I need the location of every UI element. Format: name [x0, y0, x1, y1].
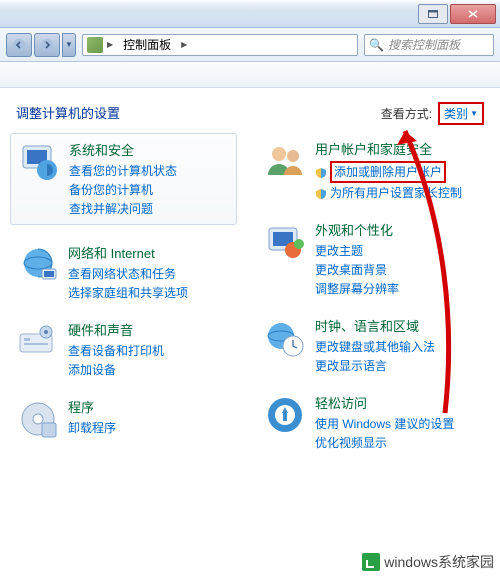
category-title[interactable]: 系统和安全 — [69, 140, 177, 159]
link-add-device[interactable]: 添加设备 — [68, 361, 164, 379]
view-value: 类别 — [444, 105, 468, 122]
user-accounts-icon — [263, 139, 307, 183]
link-uninstall[interactable]: 卸载程序 — [68, 419, 116, 437]
category-hardware[interactable]: 硬件和声音 查看设备和打印机 添加设备 — [16, 320, 237, 379]
link-add-remove-user[interactable]: 添加或删除用户帐户 — [315, 161, 462, 183]
link-text: 为所有用户设置家长控制 — [330, 184, 462, 202]
maximize-button[interactable] — [418, 4, 448, 24]
category-title[interactable]: 用户帐户和家庭安全 — [315, 139, 462, 158]
right-column: 用户帐户和家庭安全 添加或删除用户帐户 为所有用户设置家长控制 — [263, 139, 484, 470]
view-by: 查看方式: 类别 ▼ — [381, 102, 484, 125]
nav-buttons: ▼ — [6, 33, 76, 57]
link-network-status[interactable]: 查看网络状态和任务 — [68, 265, 188, 283]
chevron-down-icon: ▼ — [470, 109, 478, 118]
breadcrumb[interactable]: 控制面板 — [117, 36, 177, 53]
page-title: 调整计算机的设置 — [16, 103, 120, 122]
search-input[interactable]: 🔍 搜索控制面板 — [364, 34, 494, 56]
category-title[interactable]: 外观和个性化 — [315, 220, 399, 239]
link-keyboard-input[interactable]: 更改键盘或其他输入法 — [315, 338, 435, 356]
search-placeholder: 搜索控制面板 — [388, 36, 460, 53]
category-network[interactable]: 网络和 Internet 查看网络状态和任务 选择家庭组和共享选项 — [16, 243, 237, 302]
view-dropdown[interactable]: 类别 ▼ — [438, 102, 484, 125]
control-panel-icon — [87, 37, 103, 53]
hardware-icon — [16, 320, 60, 364]
category-title[interactable]: 硬件和声音 — [68, 320, 164, 339]
toolbar — [0, 62, 500, 88]
category-appearance[interactable]: 外观和个性化 更改主题 更改桌面背景 调整屏幕分辨率 — [263, 220, 484, 298]
shield-icon — [315, 166, 327, 178]
category-programs[interactable]: 程序 卸载程序 — [16, 397, 237, 441]
content-area: 调整计算机的设置 查看方式: 类别 ▼ 系统和安全 查看您的计算机状态 备份您的… — [0, 88, 500, 510]
address-bar: ▼ ▶ 控制面板 ▶ 🔍 搜索控制面板 — [0, 28, 500, 62]
link-optimize-visual[interactable]: 优化视频显示 — [315, 434, 454, 452]
link-windows-suggestions[interactable]: 使用 Windows 建议的设置 — [315, 415, 454, 433]
search-icon: 🔍 — [369, 38, 384, 52]
category-title[interactable]: 程序 — [68, 397, 116, 416]
ease-access-icon — [263, 393, 307, 437]
link-backup[interactable]: 备份您的计算机 — [69, 181, 177, 199]
link-desktop-bg[interactable]: 更改桌面背景 — [315, 261, 399, 279]
link-troubleshoot[interactable]: 查找并解决问题 — [69, 200, 177, 218]
category-title[interactable]: 网络和 Internet — [68, 243, 188, 262]
watermark-icon — [362, 553, 380, 571]
left-column: 系统和安全 查看您的计算机状态 备份您的计算机 查找并解决问题 网络和 Inte… — [16, 139, 237, 470]
forward-button[interactable] — [34, 33, 60, 57]
address-field[interactable]: ▶ 控制面板 ▶ — [82, 34, 358, 56]
shield-icon — [315, 187, 327, 199]
view-label: 查看方式: — [381, 105, 432, 122]
close-button[interactable] — [450, 4, 496, 24]
link-resolution[interactable]: 调整屏幕分辨率 — [315, 280, 399, 298]
category-ease-access[interactable]: 轻松访问 使用 Windows 建议的设置 优化视频显示 — [263, 393, 484, 452]
link-display-language[interactable]: 更改显示语言 — [315, 357, 435, 375]
network-icon — [16, 243, 60, 287]
crumb-sep-icon: ▶ — [181, 40, 187, 49]
link-text: 添加或删除用户帐户 — [330, 161, 446, 183]
link-parental-controls[interactable]: 为所有用户设置家长控制 — [315, 184, 462, 202]
link-homegroup[interactable]: 选择家庭组和共享选项 — [68, 284, 188, 302]
clock-icon — [263, 316, 307, 360]
watermark: windows系统家园 — [362, 552, 494, 572]
programs-icon — [16, 397, 60, 441]
titlebar — [0, 0, 500, 28]
category-clock-language[interactable]: 时钟、语言和区域 更改键盘或其他输入法 更改显示语言 — [263, 316, 484, 375]
system-security-icon — [17, 140, 61, 184]
category-title[interactable]: 时钟、语言和区域 — [315, 316, 435, 335]
link-computer-status[interactable]: 查看您的计算机状态 — [69, 162, 177, 180]
appearance-icon — [263, 220, 307, 264]
link-change-theme[interactable]: 更改主题 — [315, 242, 399, 260]
watermark-text: windows系统家园 — [384, 552, 494, 572]
category-system-security[interactable]: 系统和安全 查看您的计算机状态 备份您的计算机 查找并解决问题 — [10, 133, 237, 225]
back-button[interactable] — [6, 33, 32, 57]
category-user-accounts[interactable]: 用户帐户和家庭安全 添加或删除用户帐户 为所有用户设置家长控制 — [263, 139, 484, 202]
category-title[interactable]: 轻松访问 — [315, 393, 454, 412]
window-controls — [418, 4, 500, 24]
link-devices-printers[interactable]: 查看设备和打印机 — [68, 342, 164, 360]
nav-history-dropdown[interactable]: ▼ — [62, 33, 76, 57]
crumb-sep-icon: ▶ — [107, 40, 113, 49]
